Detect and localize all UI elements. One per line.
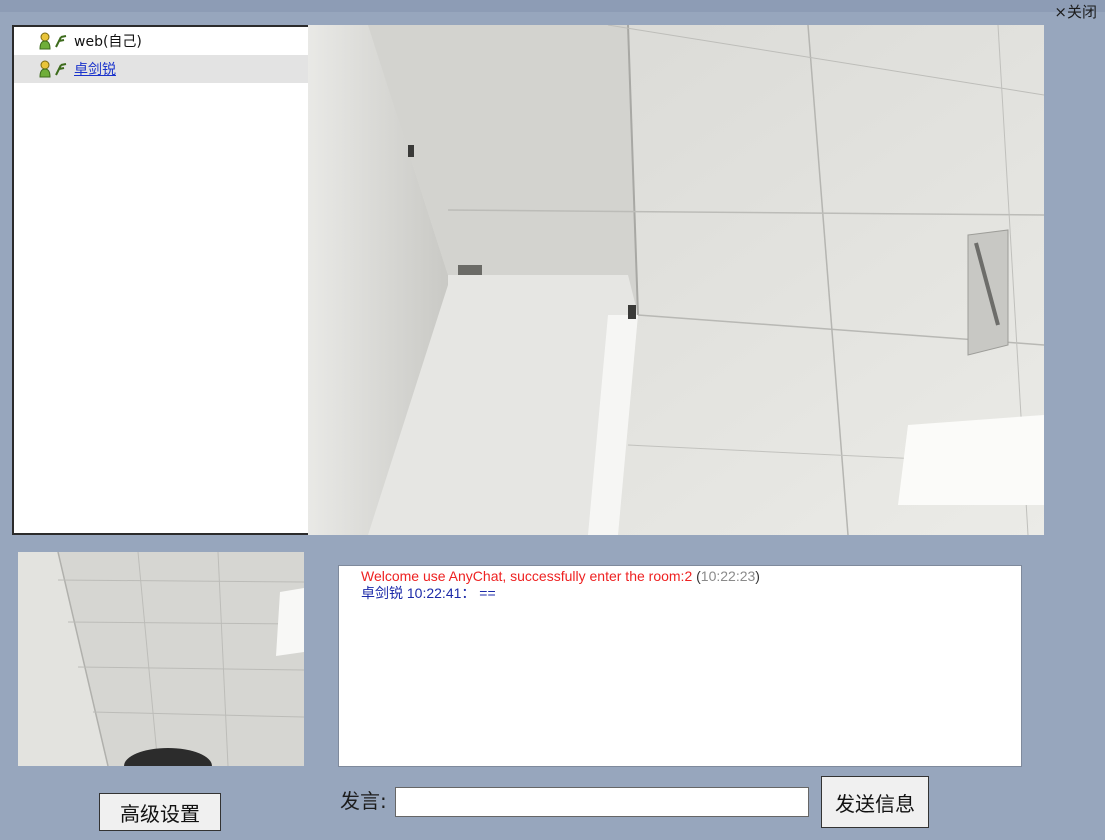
message-time: 10:22:41 [406, 585, 462, 601]
advanced-settings-button[interactable]: 高级设置 [99, 793, 221, 831]
close-button[interactable]: ×关闭 [1054, 4, 1097, 20]
system-message: Welcome use AnyChat, successfully enter … [361, 568, 693, 584]
user-list-item-self[interactable]: web(自己) [14, 27, 308, 55]
top-bar [0, 0, 1105, 12]
system-message-line: Welcome use AnyChat, successfully enter … [361, 568, 760, 584]
user-list-panel: web(自己) 卓剑锐 [12, 25, 308, 535]
system-message-time: 10:22:23 [700, 568, 756, 584]
remote-video [308, 25, 1044, 535]
send-message-button[interactable]: 发送信息 [821, 776, 929, 828]
user-name: web(自己) [74, 34, 142, 50]
person-icon [38, 60, 52, 78]
message-user: 卓剑锐 [361, 585, 403, 601]
user-list-item-selected[interactable]: 卓剑锐 [14, 55, 308, 83]
remote-video-frame [308, 25, 1044, 535]
message-input[interactable] [395, 787, 809, 817]
signal-icon [54, 32, 68, 50]
speak-label: 发言: [340, 789, 387, 813]
user-message-line: 卓剑锐 10:22:41： == [361, 585, 496, 601]
chat-message-log[interactable]: Welcome use AnyChat, successfully enter … [338, 565, 1022, 767]
user-name-link[interactable]: 卓剑锐 [74, 59, 116, 79]
person-icon [38, 32, 52, 50]
signal-icon [54, 60, 68, 78]
local-video [18, 552, 304, 766]
message-text: == [479, 585, 496, 601]
local-video-frame [18, 552, 304, 766]
